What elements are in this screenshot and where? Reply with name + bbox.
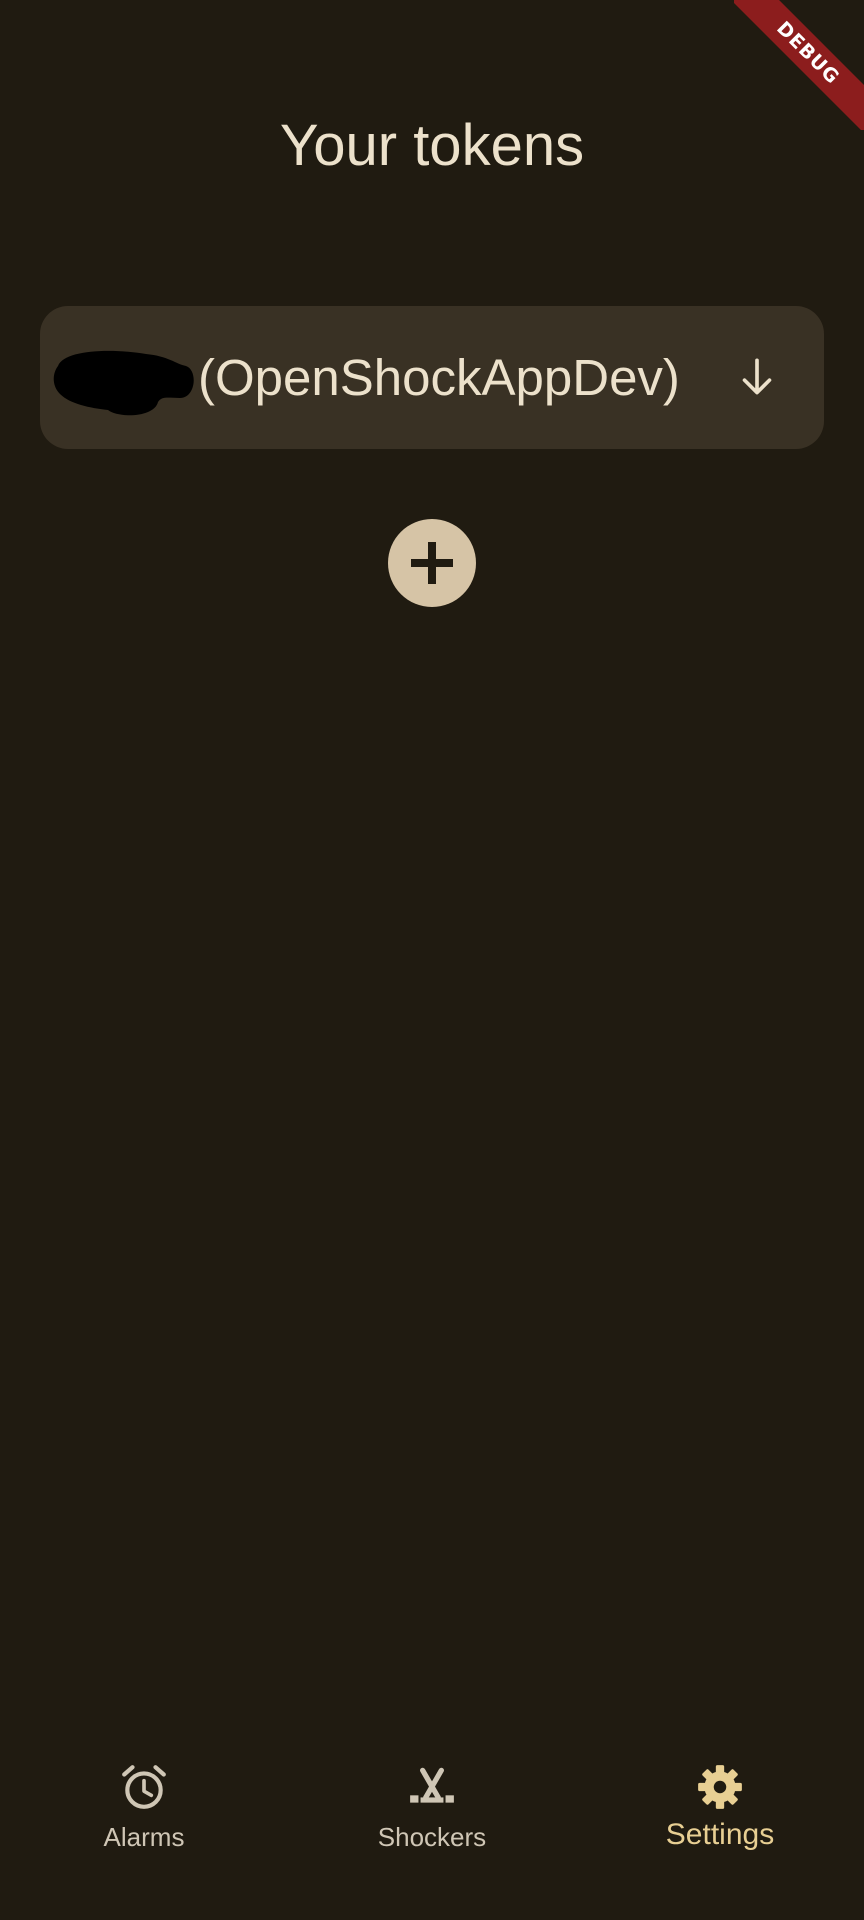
plus-icon — [411, 542, 453, 584]
gear-icon — [698, 1765, 742, 1809]
nav-label-settings: Settings — [665, 1818, 775, 1851]
add-token-button[interactable] — [388, 519, 476, 607]
nav-item-settings[interactable]: Settings — [576, 1720, 864, 1920]
token-settings-screen: DEBUG Your tokens (OpenShockAppDev) Alar… — [0, 0, 864, 1920]
nav-item-alarms[interactable]: Alarms — [0, 1720, 288, 1920]
arrow-down-icon[interactable] — [732, 352, 782, 402]
debug-banner: DEBUG — [734, 0, 864, 130]
alarm-clock-icon — [122, 1765, 166, 1809]
redacted-token-name — [53, 350, 194, 416]
page-title: Your tokens — [279, 113, 585, 178]
token-card[interactable]: (OpenShockAppDev) — [40, 306, 824, 449]
bottom-navigation: Alarms Shockers Settings — [0, 1720, 864, 1920]
nav-item-shockers[interactable]: Shockers — [288, 1720, 576, 1920]
shocker-icon — [410, 1767, 454, 1803]
nav-label-shockers: Shockers — [377, 1822, 487, 1852]
nav-label-alarms: Alarms — [103, 1822, 185, 1852]
token-label: (OpenShockAppDev) — [198, 349, 680, 406]
debug-ribbon-label: DEBUG — [734, 0, 864, 130]
